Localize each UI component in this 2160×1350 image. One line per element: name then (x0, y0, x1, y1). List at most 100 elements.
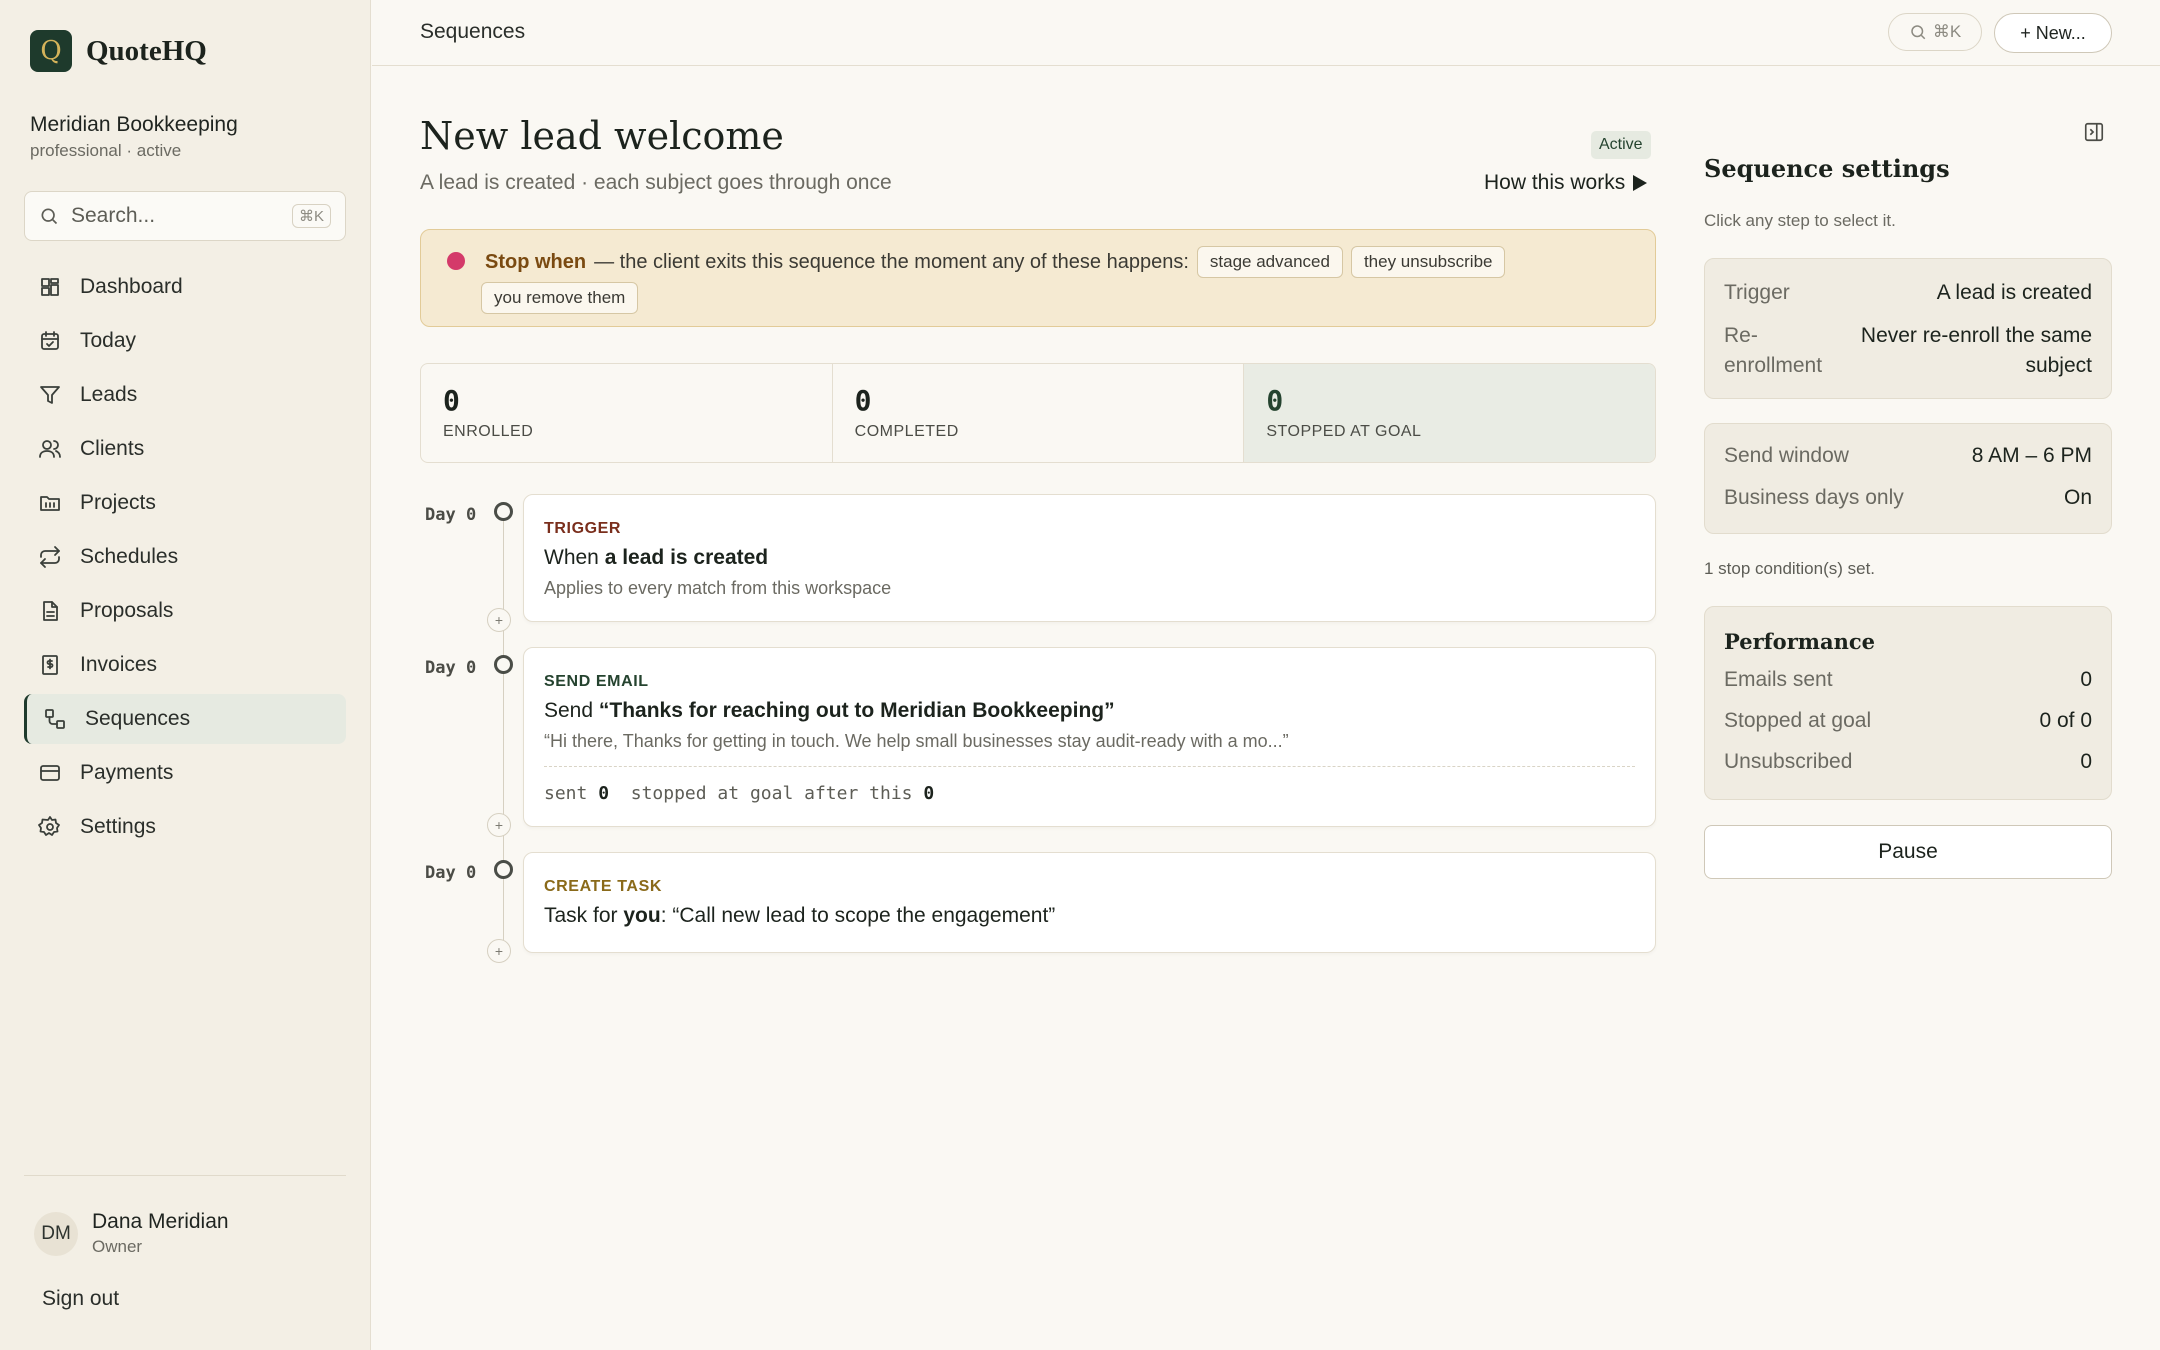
sidebar-item-settings[interactable]: Settings (24, 802, 346, 852)
stop-condition-chip[interactable]: they unsubscribe (1350, 246, 1506, 278)
play-icon (1633, 175, 1648, 191)
step-create-task[interactable]: CREATE TASK Task for you: “Call new lead… (523, 852, 1656, 953)
step-title: When a lead is created (544, 546, 769, 569)
business-days-label: Business days only (1724, 486, 1904, 509)
stat-label: ENROLLED (443, 423, 534, 440)
user-role: Owner (92, 1237, 143, 1256)
new-button[interactable]: + New... (1994, 13, 2112, 53)
step-title: Task for you: “Call new lead to scope th… (544, 904, 1056, 927)
trigger-settings-card[interactable]: Trigger A lead is created Re-enrollment … (1704, 258, 2112, 399)
stat-value: 0 (854, 384, 872, 417)
stop-indicator-icon (447, 252, 465, 270)
top-search-shortcut: ⌘K (1932, 22, 1962, 41)
timeline-node-icon (494, 502, 513, 521)
sidebar-item-schedules[interactable]: Schedules (24, 532, 346, 582)
sidebar-item-today[interactable]: Today (24, 316, 346, 366)
sidebar-item-clients[interactable]: Clients (24, 424, 346, 474)
sidebar-item-proposals[interactable]: Proposals (24, 586, 346, 636)
timeline-line (503, 520, 504, 960)
calendar-icon (41, 331, 59, 350)
reenrollment-value: Never re-enroll the same subject (1860, 324, 2092, 377)
step-trigger[interactable]: TRIGGER When a lead is created Applies t… (523, 494, 1656, 622)
sidebar-item-label: Projects (80, 491, 156, 514)
stop-label: Stop when (485, 250, 587, 273)
sidebar-item-label: Schedules (80, 545, 179, 568)
workspace-switcher[interactable]: Meridian Bookkeeping professional · acti… (30, 113, 238, 161)
send-window-card[interactable]: Send window 8 AM – 6 PM Business days on… (1704, 423, 2112, 534)
sidebar-item-label: Clients (80, 437, 145, 460)
step-description: “Hi there, Thanks for getting in touch. … (544, 731, 1289, 751)
timeline-node-icon (494, 860, 513, 879)
workspace-name: Meridian Bookkeeping (30, 113, 238, 136)
stat-completed: 0 COMPLETED (833, 364, 1245, 462)
performance-value: 0 (2080, 750, 2092, 773)
gear-icon (38, 816, 60, 836)
folder-icon (40, 496, 60, 511)
sidebar-search[interactable]: Search... ⌘K (24, 191, 346, 241)
repeat-icon (40, 546, 60, 568)
breadcrumb[interactable]: Sequences (420, 20, 525, 44)
step-title: Send “Thanks for reaching out to Meridia… (544, 699, 1115, 722)
stop-condition-chip[interactable]: stage advanced (1196, 246, 1343, 278)
stat-value: 0 (1266, 384, 1284, 417)
stop-condition-chip[interactable]: you remove them (481, 282, 639, 314)
page-subtitle: A lead is created · each subject goes th… (420, 171, 892, 194)
add-step-button[interactable]: + (487, 813, 511, 837)
settings-title: Sequence settings (1704, 154, 1950, 183)
sidebar-item-label: Dashboard (80, 275, 183, 298)
sidebar-nav: Dashboard Today Leads Clients Projects S… (24, 262, 346, 856)
top-search-button[interactable]: ⌘K (1888, 13, 1982, 51)
sidebar-item-sequences[interactable]: Sequences (24, 694, 346, 744)
user-profile[interactable]: DM Dana Meridian Owner (34, 1210, 229, 1257)
sidebar-item-label: Sequences (85, 707, 191, 730)
sign-out-link[interactable]: Sign out (42, 1287, 119, 1311)
collapse-panel-icon[interactable] (2083, 121, 2105, 143)
pause-button[interactable]: Pause (1704, 825, 2112, 879)
how-this-works-label: How this works (1484, 171, 1626, 194)
step-type: TRIGGER (544, 520, 622, 537)
performance-value: 0 of 0 (2039, 709, 2092, 732)
brand-logo: Q (30, 30, 72, 72)
invoice-icon (42, 655, 58, 675)
document-icon (43, 601, 58, 621)
sidebar-item-label: Proposals (80, 599, 174, 622)
sidebar-item-dashboard[interactable]: Dashboard (24, 262, 346, 312)
stop-condition-count: 1 stop condition(s) set. (1704, 559, 1876, 578)
business-days-value: On (2063, 486, 2092, 509)
sequence-icon (45, 709, 65, 729)
brand[interactable]: Q QuoteHQ (30, 30, 207, 72)
sidebar-search-placeholder: Search... (71, 204, 156, 227)
sidebar-item-projects[interactable]: Projects (24, 478, 346, 528)
search-shortcut: ⌘K (291, 204, 331, 228)
performance-value: 0 (2080, 668, 2092, 691)
search-icon (1911, 25, 1926, 40)
performance-title: Performance (1724, 629, 1875, 654)
stop-conditions-banner: Stop when — the client exits this sequen… (420, 229, 1656, 327)
sidebar-divider (24, 1175, 346, 1176)
trigger-label: Trigger (1724, 281, 1790, 304)
performance-label: Unsubscribed (1724, 750, 1853, 773)
step-type: SEND EMAIL (544, 673, 649, 690)
search-icon (41, 208, 58, 225)
status-badge: Active (1591, 131, 1651, 159)
step-day: Day 0 (425, 658, 477, 678)
send-window-label: Send window (1724, 444, 1849, 467)
sidebar-item-payments[interactable]: Payments (24, 748, 346, 798)
sidebar-item-label: Today (80, 329, 137, 352)
performance-card: Performance Emails sent 0 Stopped at goa… (1704, 606, 2112, 800)
sidebar-item-invoices[interactable]: Invoices (24, 640, 346, 690)
funnel-icon (40, 386, 60, 404)
sidebar-item-label: Payments (80, 761, 174, 784)
performance-label: Stopped at goal (1724, 709, 1872, 732)
stop-text: — the client exits this sequence the mom… (594, 250, 1189, 273)
stat-label: COMPLETED (854, 423, 959, 440)
how-this-works-link[interactable]: How this works (1484, 171, 1648, 195)
page-title: New lead welcome (420, 114, 784, 158)
step-send-email[interactable]: SEND EMAIL Send “Thanks for reaching out… (523, 647, 1656, 827)
stat-value: 0 (443, 384, 460, 417)
add-step-button[interactable]: + (487, 608, 511, 632)
user-name: Dana Meridian (92, 1210, 229, 1233)
add-step-button[interactable]: + (487, 939, 511, 963)
performance-label: Emails sent (1724, 668, 1833, 691)
sidebar-item-leads[interactable]: Leads (24, 370, 346, 420)
